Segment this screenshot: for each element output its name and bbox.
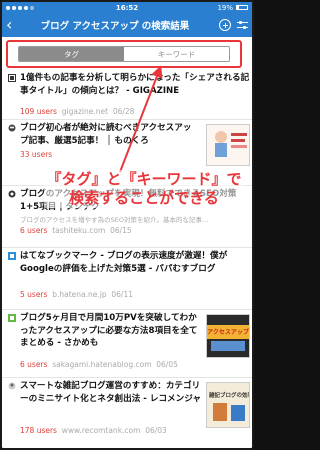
- search-type-segmented-control: タグ キーワード: [18, 46, 230, 62]
- monokuro-favicon-icon: [8, 124, 16, 132]
- item-site: sakagami.hatenablog.com: [52, 360, 152, 369]
- gigazine-favicon-icon: [8, 74, 16, 82]
- signal-indicator: [6, 5, 86, 10]
- item-users: 6 users: [20, 226, 48, 235]
- sakamemo-favicon-icon: [8, 314, 16, 322]
- item-thumbnail: [206, 124, 250, 166]
- item-meta: 6 users sakagami.hatenablog.com 06/05: [20, 360, 178, 369]
- item-users: 178 users: [20, 426, 57, 435]
- tab-tag[interactable]: タグ: [19, 47, 124, 61]
- item-date: 06/28: [112, 107, 135, 116]
- back-button[interactable]: ‹: [6, 17, 24, 33]
- hatena-favicon-icon: [8, 252, 16, 260]
- annotation-line-1: 『タグ』と『キーワード』で: [46, 170, 242, 188]
- list-item[interactable]: はてなブックマーク - ブログの表示速度が激遅！僕がGoogleの評価を上げた対…: [2, 248, 252, 310]
- item-site: gigazine.net: [61, 107, 109, 116]
- item-users: 33 users: [20, 150, 53, 159]
- item-meta: 109 users gigazine.net 06/28: [20, 107, 134, 116]
- item-site: b.hatena.ne.jp: [52, 290, 107, 299]
- phone-screen: 16:52 19% ‹ ブログ アクセスアップ の検索結果 タグ キーワード 1…: [0, 0, 254, 450]
- item-date: 06/03: [145, 426, 167, 435]
- list-item[interactable]: 1億件もの記事を分析して明らかになった「シェアされる記事タイトル」の傾向とは？ …: [2, 70, 252, 120]
- item-users: 6 users: [20, 360, 48, 369]
- thumbnail-caption: 雑記ブログの効率化: [209, 393, 249, 399]
- item-meta: 5 users b.hatena.ne.jp 06/11: [20, 290, 133, 299]
- thumbnail-caption: アクセスアップ: [207, 329, 249, 336]
- item-date: 06/15: [110, 226, 132, 235]
- list-item[interactable]: ブログ5ヶ月目で月間10万PVを突破してわかったアクセスアップに必要な方法8項目…: [2, 310, 252, 378]
- annotation-text: 『タグ』と『キーワード』で 検索することができる: [44, 170, 244, 208]
- item-users: 109 users: [20, 107, 57, 116]
- nav-bar: ‹ ブログ アクセスアップ の検索結果: [2, 13, 252, 37]
- item-title: 1億件もの記事を分析して明らかになった「シェアされる記事タイトル」の傾向とは？ …: [20, 73, 250, 96]
- item-meta: 178 users www.recomtank.com 06/03: [20, 426, 167, 435]
- item-thumbnail: アクセスアップ: [206, 314, 250, 358]
- battery-icon: [236, 5, 248, 10]
- item-date: 06/11: [111, 290, 133, 299]
- tab-keyword[interactable]: キーワード: [124, 47, 229, 61]
- list-item[interactable]: スマートな雑記ブログ運営のすすめ：カテゴリーのミニサイト化とネタ創出法 - レコ…: [2, 378, 252, 444]
- item-meta: 6 users tashiteku.com 06/15: [20, 226, 132, 235]
- add-icon[interactable]: [219, 19, 231, 31]
- item-thumbnail: 雑記ブログの効率化: [206, 382, 250, 428]
- item-site: tashiteku.com: [52, 226, 106, 235]
- status-time: 16:52: [115, 3, 139, 12]
- battery-percent: 19%: [217, 3, 233, 12]
- item-description: ブログのアクセスを増やす為のSEO対策を紹介。基本的な記事…: [20, 216, 209, 224]
- recomtank-favicon-icon: [8, 382, 16, 390]
- status-bar: 16:52 19%: [2, 2, 252, 13]
- tashiteku-favicon-icon: [8, 190, 16, 198]
- item-meta: 33 users: [20, 150, 52, 159]
- item-title: スマートな雑記ブログ運営のすすめ：カテゴリーのミニサイト化とネタ創出法 - レコ…: [20, 381, 201, 404]
- item-site: www.recomtank.com: [61, 426, 141, 435]
- item-date: 06/05: [156, 360, 178, 369]
- filter-settings-icon[interactable]: [237, 20, 248, 30]
- search-type-highlight: タグ キーワード: [6, 40, 242, 68]
- item-title: ブログ初心者が絶対に読むべきアクセスアップ記事、厳選5記事！ │ ものくろ: [20, 123, 192, 146]
- item-title: はてなブックマーク - ブログの表示速度が激遅！僕がGoogleの評価を上げた対…: [20, 251, 228, 274]
- page-title: ブログ アクセスアップ の検索結果: [40, 21, 190, 32]
- annotation-line-2: 検索することができる: [69, 189, 219, 207]
- item-users: 5 users: [20, 290, 48, 299]
- item-title: ブログ5ヶ月目で月間10万PVを突破してわかったアクセスアップに必要な方法8項目…: [20, 313, 198, 348]
